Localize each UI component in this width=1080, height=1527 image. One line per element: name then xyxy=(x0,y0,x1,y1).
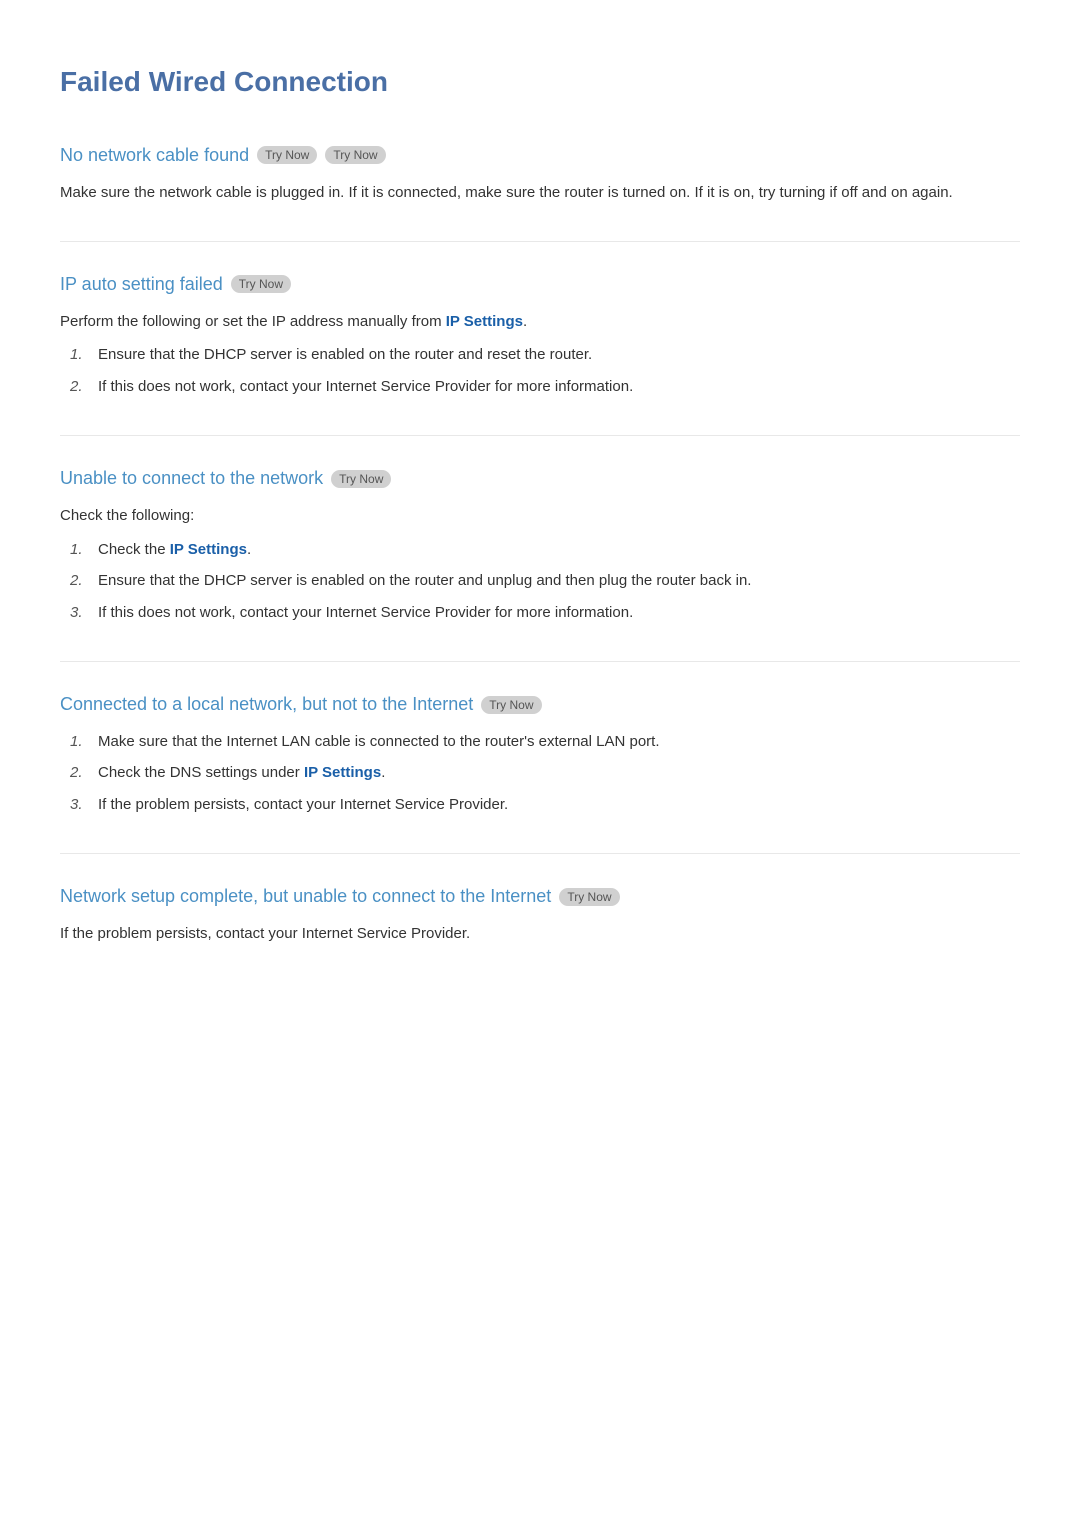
list-num: 1. xyxy=(70,537,90,563)
try-now-button-ip-auto[interactable]: Try Now xyxy=(231,275,291,293)
no-cable-description: Make sure the network cable is plugged i… xyxy=(60,180,1020,206)
divider-1 xyxy=(60,241,1020,242)
section-body-unable-connect: Check the following: 1. Check the IP Set… xyxy=(60,503,1020,625)
section-body-local-network: 1. Make sure that the Internet LAN cable… xyxy=(60,729,1020,818)
unable-connect-list: 1. Check the IP Settings. 2. Ensure that… xyxy=(70,537,1020,626)
list-num: 2. xyxy=(70,374,90,400)
list-text: If the problem persists, contact your In… xyxy=(98,792,508,818)
local-network-list: 1. Make sure that the Internet LAN cable… xyxy=(70,729,1020,818)
try-now-button-no-cable-2[interactable]: Try Now xyxy=(325,146,385,164)
list-item: 2. Ensure that the DHCP server is enable… xyxy=(70,568,1020,594)
section-body-ip-auto: Perform the following or set the IP addr… xyxy=(60,309,1020,400)
section-title-setup-complete: Network setup complete, but unable to co… xyxy=(60,882,551,911)
section-header-unable-connect: Unable to connect to the network Try Now xyxy=(60,464,1020,493)
unable-connect-intro: Check the following: xyxy=(60,503,1020,529)
try-now-button-local-network[interactable]: Try Now xyxy=(481,696,541,714)
ip-auto-list: 1. Ensure that the DHCP server is enable… xyxy=(70,342,1020,399)
list-text: Ensure that the DHCP server is enabled o… xyxy=(98,342,592,368)
list-item: 2. If this does not work, contact your I… xyxy=(70,374,1020,400)
ip-settings-link-3[interactable]: IP Settings xyxy=(304,764,381,781)
setup-complete-description: If the problem persists, contact your In… xyxy=(60,921,1020,947)
ip-settings-link-1[interactable]: IP Settings xyxy=(446,313,523,330)
list-text-suffix: . xyxy=(247,541,251,558)
section-unable-connect: Unable to connect to the network Try Now… xyxy=(60,464,1020,625)
section-local-network: Connected to a local network, but not to… xyxy=(60,690,1020,817)
divider-2 xyxy=(60,435,1020,436)
section-no-cable: No network cable found Try Now Try Now M… xyxy=(60,141,1020,205)
divider-3 xyxy=(60,661,1020,662)
section-ip-auto: IP auto setting failed Try Now Perform t… xyxy=(60,270,1020,399)
list-item: 3. If the problem persists, contact your… xyxy=(70,792,1020,818)
list-text: Make sure that the Internet LAN cable is… xyxy=(98,729,660,755)
ip-auto-prefix: Perform the following or set the IP addr… xyxy=(60,313,446,330)
section-header-local-network: Connected to a local network, but not to… xyxy=(60,690,1020,719)
section-header-no-cable: No network cable found Try Now Try Now xyxy=(60,141,1020,170)
section-title-no-cable: No network cable found xyxy=(60,141,249,170)
list-num: 1. xyxy=(70,342,90,368)
section-body-no-cable: Make sure the network cable is plugged i… xyxy=(60,180,1020,206)
page-title: Failed Wired Connection xyxy=(60,60,1020,105)
list-item: 1. Make sure that the Internet LAN cable… xyxy=(70,729,1020,755)
ip-auto-intro: Perform the following or set the IP addr… xyxy=(60,309,1020,335)
list-num: 1. xyxy=(70,729,90,755)
try-now-button-unable-connect[interactable]: Try Now xyxy=(331,470,391,488)
section-header-setup-complete: Network setup complete, but unable to co… xyxy=(60,882,1020,911)
section-title-unable-connect: Unable to connect to the network xyxy=(60,464,323,493)
list-text-suffix: . xyxy=(381,764,385,781)
list-text: If this does not work, contact your Inte… xyxy=(98,600,633,626)
ip-settings-link-2[interactable]: IP Settings xyxy=(170,541,247,558)
list-num: 3. xyxy=(70,600,90,626)
list-num: 2. xyxy=(70,568,90,594)
list-text: Check the IP Settings. xyxy=(98,537,251,563)
section-title-local-network: Connected to a local network, but not to… xyxy=(60,690,473,719)
list-text-prefix: Check the xyxy=(98,541,170,558)
divider-4 xyxy=(60,853,1020,854)
list-num: 2. xyxy=(70,760,90,786)
list-item: 2. Check the DNS settings under IP Setti… xyxy=(70,760,1020,786)
try-now-button-no-cable-1[interactable]: Try Now xyxy=(257,146,317,164)
list-num: 3. xyxy=(70,792,90,818)
list-text-prefix: Check the DNS settings under xyxy=(98,764,304,781)
list-text: Ensure that the DHCP server is enabled o… xyxy=(98,568,751,594)
ip-auto-suffix: . xyxy=(523,313,527,330)
list-text: If this does not work, contact your Inte… xyxy=(98,374,633,400)
list-item: 1. Ensure that the DHCP server is enable… xyxy=(70,342,1020,368)
section-header-ip-auto: IP auto setting failed Try Now xyxy=(60,270,1020,299)
section-title-ip-auto: IP auto setting failed xyxy=(60,270,223,299)
list-item: 1. Check the IP Settings. xyxy=(70,537,1020,563)
list-item: 3. If this does not work, contact your I… xyxy=(70,600,1020,626)
list-text: Check the DNS settings under IP Settings… xyxy=(98,760,385,786)
try-now-button-setup-complete[interactable]: Try Now xyxy=(559,888,619,906)
section-setup-complete: Network setup complete, but unable to co… xyxy=(60,882,1020,946)
section-body-setup-complete: If the problem persists, contact your In… xyxy=(60,921,1020,947)
